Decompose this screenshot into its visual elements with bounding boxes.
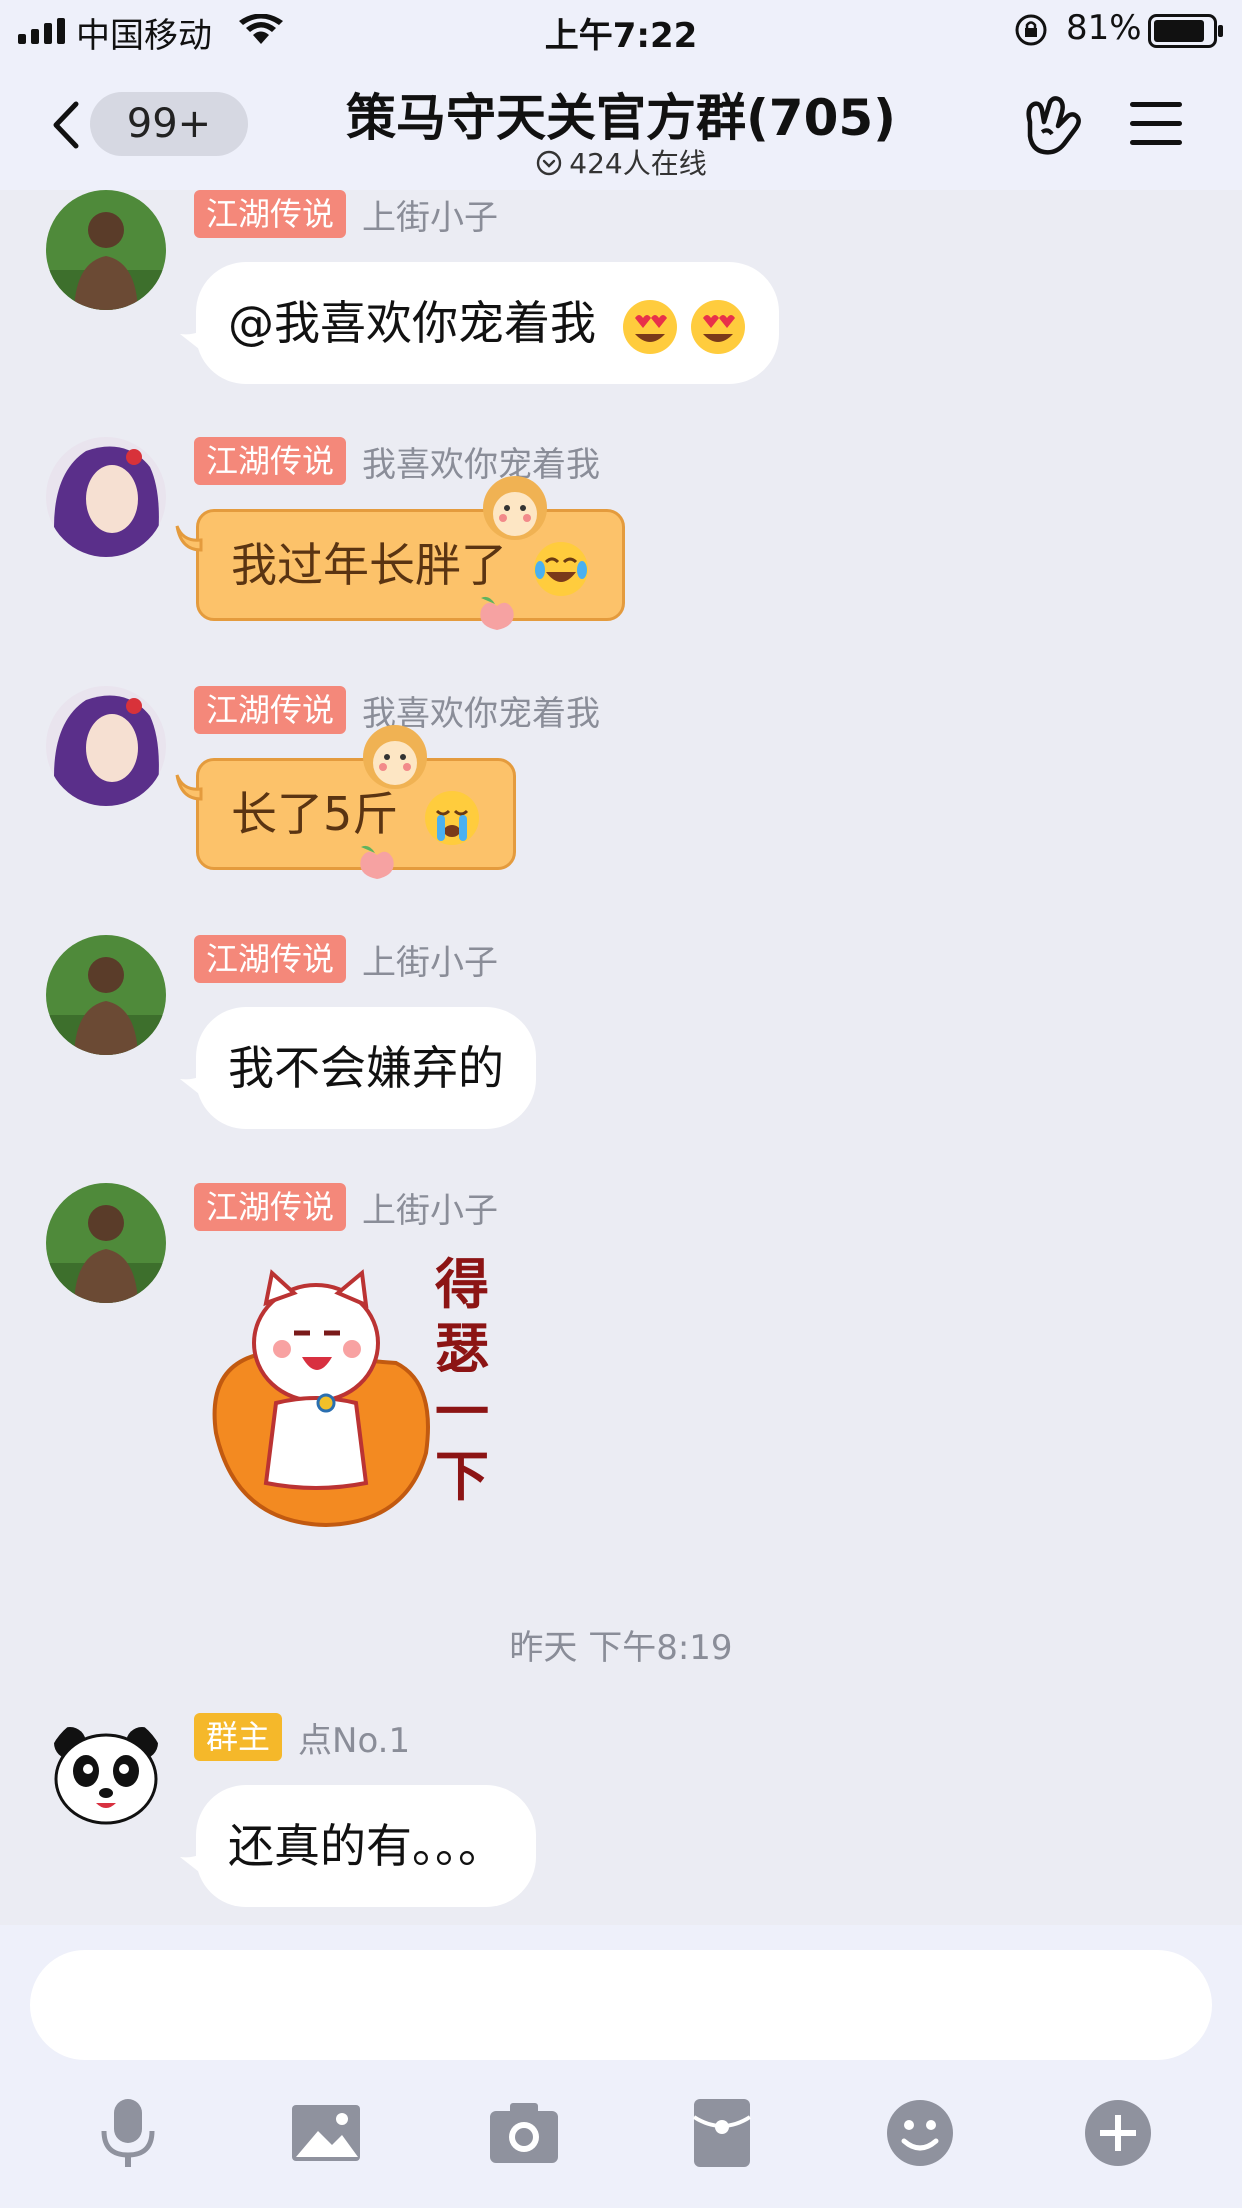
message-bubble[interactable]: 还真的有。。。 <box>180 1785 536 1907</box>
red-packet-icon[interactable] <box>684 2095 760 2171</box>
clock: 上午7:22 <box>544 16 698 56</box>
chevron-left-icon <box>53 101 79 149</box>
sticker-caption: 得 瑟 一 下 <box>435 1253 489 1508</box>
monkey-decoration-icon <box>483 476 547 540</box>
nav-bar: 99+ 策马守天关官方群(705) 424人在线 <box>0 60 1242 190</box>
rank-tag: 江湖传说 <box>194 1183 347 1231</box>
message-bubble[interactable]: 长了5斤 <box>175 725 516 879</box>
owner-tag: 群主 <box>194 1713 283 1761</box>
rank-tag: 江湖传说 <box>194 686 347 734</box>
sender-name[interactable]: 上街小子 <box>362 935 498 984</box>
bubble-tail <box>180 326 208 356</box>
message-input[interactable] <box>30 1950 1212 2060</box>
unread-badge: 99+ <box>90 92 248 156</box>
rank-tag: 江湖传说 <box>194 190 347 238</box>
peach-decoration-icon <box>480 596 514 630</box>
rock-hand-icon[interactable] <box>1020 92 1086 158</box>
bubble-tail <box>180 1071 208 1101</box>
group-title: 策马守天关官方群(705) <box>345 89 897 147</box>
message-text: 我不会嫌弃的 <box>228 1041 504 1095</box>
panda-avatar[interactable] <box>46 1713 166 1833</box>
anime-girl-avatar[interactable] <box>46 437 166 557</box>
chevron-down-circle-icon <box>537 150 562 176</box>
message-timestamp: 昨天 下午8:19 <box>509 1628 733 1668</box>
athlete-avatar[interactable] <box>46 1183 166 1303</box>
status-bar: 中国移动 上午7:22 81% <box>0 0 1242 60</box>
athlete-avatar[interactable] <box>46 935 166 1055</box>
message-text: 我过年长胖了 <box>231 538 507 592</box>
message-bubble[interactable]: 我不会嫌弃的 <box>180 1007 536 1129</box>
battery-icon <box>1148 14 1223 48</box>
athlete-avatar[interactable] <box>46 190 166 310</box>
camera-icon[interactable] <box>486 2095 562 2171</box>
battery-percent: 81% <box>1066 8 1142 48</box>
input-bar <box>0 1925 1242 2208</box>
bubble-tail <box>175 774 203 801</box>
tears-of-joy-emoji-icon <box>533 541 588 596</box>
message-text: @我喜欢你宠着我 <box>228 296 596 350</box>
cat-on-sofa-icon <box>212 1269 430 1528</box>
cat-sticker[interactable]: 得 瑟 一 下 <box>206 1253 506 1533</box>
bubble-tail <box>180 1849 208 1879</box>
sender-meta: 江湖传说 上街小子 <box>194 935 498 983</box>
message-bubble[interactable]: @我喜欢你宠着我 <box>180 262 779 384</box>
sender-name[interactable]: 点No.1 <box>298 1713 410 1762</box>
menu-icon[interactable] <box>1128 98 1184 150</box>
sender-name[interactable]: 上街小子 <box>362 1183 498 1232</box>
sender-meta: 江湖传说 上街小子 <box>194 1183 498 1231</box>
chat-area[interactable]: 江湖传说 上街小子 @我喜欢你宠着我 江湖传说 我喜欢你宠着我 我过年长胖了 江… <box>0 190 1242 1925</box>
image-icon[interactable] <box>288 2095 364 2171</box>
anime-girl-avatar[interactable] <box>46 686 166 806</box>
rotation-lock-icon <box>1015 14 1047 46</box>
rank-tag: 江湖传说 <box>194 935 347 983</box>
microphone-icon[interactable] <box>90 2095 166 2171</box>
crying-emoji-icon <box>424 790 479 845</box>
monkey-decoration-icon <box>363 725 427 789</box>
sender-meta: 江湖传说 上街小子 <box>194 190 498 238</box>
online-count-label: 424人在线 <box>569 147 707 180</box>
back-button[interactable]: 99+ <box>40 90 248 156</box>
message-text: 还真的有。。。 <box>228 1819 504 1873</box>
rank-tag: 江湖传说 <box>194 437 347 485</box>
peach-decoration-icon <box>360 845 394 879</box>
sender-meta: 群主 点No.1 <box>194 1713 410 1761</box>
heart-eyes-emoji-icon <box>622 299 677 354</box>
online-count[interactable]: 424人在线 <box>420 142 822 182</box>
bubble-tail <box>175 525 203 552</box>
message-bubble[interactable]: 我过年长胖了 <box>175 476 625 630</box>
plus-icon[interactable] <box>1080 2095 1156 2171</box>
sender-name[interactable]: 上街小子 <box>362 190 498 239</box>
heart-eyes-emoji-icon <box>690 299 745 354</box>
emoji-icon[interactable] <box>882 2095 958 2171</box>
